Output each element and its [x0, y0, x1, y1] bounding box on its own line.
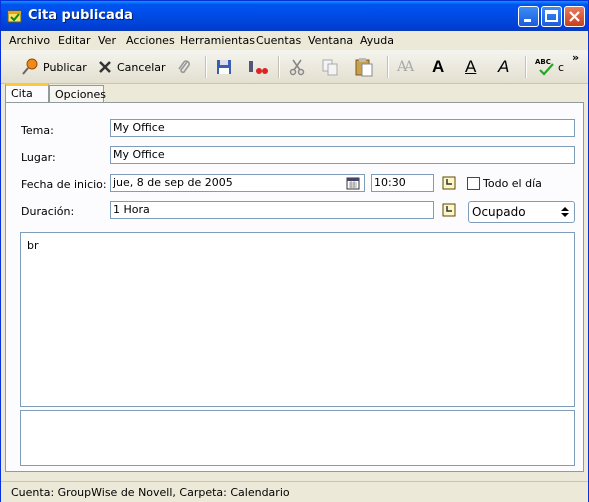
- close-button[interactable]: [564, 6, 585, 27]
- close-icon: [569, 11, 580, 22]
- all-day-checkbox[interactable]: [467, 177, 480, 190]
- paste-button[interactable]: [354, 55, 374, 79]
- italic-icon: A: [498, 57, 510, 76]
- minimize-button[interactable]: [518, 6, 539, 27]
- place-label: Lugar:: [21, 151, 56, 164]
- window-title: Cita publicada: [28, 8, 133, 23]
- cut-button[interactable]: [288, 55, 306, 79]
- scissors-icon: [289, 59, 305, 76]
- menu-cuentas[interactable]: Cuentas: [256, 34, 301, 47]
- tab-cita[interactable]: Cita: [5, 83, 49, 103]
- italic-button[interactable]: A: [498, 55, 509, 79]
- bold-button[interactable]: A: [432, 55, 444, 79]
- menu-ayuda[interactable]: Ayuda: [360, 34, 394, 47]
- menu-herramientas[interactable]: Herramientas: [180, 34, 255, 47]
- copy-icon: [322, 59, 338, 76]
- subject-label: Tema:: [21, 124, 54, 137]
- clipboard-paste-icon: [355, 58, 373, 77]
- duration-label: Duración:: [21, 205, 75, 218]
- maximize-icon: [545, 10, 558, 22]
- underline-button[interactable]: A: [465, 55, 476, 79]
- tab-opciones[interactable]: Opciones: [49, 85, 106, 102]
- floppy-disk-icon: [217, 60, 231, 74]
- menu-archivo[interactable]: Archivo: [9, 34, 50, 47]
- time-picker-clock-icon[interactable]: [442, 176, 456, 190]
- show-as-select[interactable]: Ocupado: [468, 201, 575, 223]
- appointment-window: Cita publicada Archivo Editar Ver Accion…: [0, 0, 589, 502]
- toolbar-overflow-chevron-icon[interactable]: »: [572, 51, 579, 64]
- underline-icon: A: [465, 57, 477, 76]
- duration-clock-icon[interactable]: [442, 203, 456, 217]
- menu-ver[interactable]: Ver: [98, 34, 116, 47]
- x-icon: [99, 61, 111, 73]
- paperclip-icon: [178, 60, 190, 74]
- pushpin-icon: [22, 58, 38, 75]
- start-date-field[interactable]: jue, 8 de sep de 2005: [110, 174, 365, 192]
- publish-button[interactable]: Publicar: [21, 55, 87, 79]
- all-day-label: Todo el día: [483, 177, 542, 190]
- save-button[interactable]: [215, 55, 233, 79]
- font-outline-button[interactable]: AA: [397, 55, 414, 79]
- menu-bar: Archivo Editar Ver Acciones Herramientas…: [1, 31, 588, 50]
- up-down-arrow-icon: [561, 207, 569, 217]
- start-date-value: jue, 8 de sep de 2005: [113, 176, 233, 189]
- address-book-button[interactable]: [247, 55, 269, 79]
- place-field[interactable]: My Office: [110, 146, 575, 164]
- calendar-picker-icon[interactable]: [346, 176, 360, 190]
- spell-check-icon: ABC: [535, 58, 557, 76]
- tab-strip: Cita Opciones: [1, 83, 588, 103]
- cancel-label: Cancelar: [117, 60, 166, 74]
- message-body-textarea[interactable]: br: [20, 232, 575, 407]
- groupwise-app-icon: [7, 10, 22, 23]
- cancel-button[interactable]: Cancelar: [97, 55, 166, 79]
- attach-button[interactable]: [175, 55, 193, 79]
- publish-label: Publicar: [43, 60, 87, 74]
- outline-font-icon: AA: [397, 59, 414, 75]
- spell-check-button[interactable]: ABC c: [535, 55, 564, 79]
- address-lookup-icon: [249, 61, 268, 74]
- subject-field[interactable]: My Office: [110, 119, 575, 137]
- minimize-icon: [524, 19, 531, 22]
- spell-check-trailing: c: [558, 60, 565, 74]
- status-text: Cuenta: GroupWise de Novell, Carpeta: Ca…: [11, 486, 290, 499]
- menu-ventana[interactable]: Ventana: [308, 34, 353, 47]
- menu-acciones[interactable]: Acciones: [126, 34, 175, 47]
- bold-icon: A: [432, 57, 445, 76]
- copy-button[interactable]: [321, 55, 339, 79]
- message-body-text: br: [27, 239, 39, 252]
- start-date-label: Fecha de inicio:: [21, 178, 107, 191]
- secondary-text-area[interactable]: [20, 410, 575, 466]
- show-as-value: Ocupado: [472, 205, 526, 219]
- toolbar: Publicar Cancelar AA A A A ABC c »: [1, 50, 588, 84]
- menu-editar[interactable]: Editar: [58, 34, 91, 47]
- duration-field[interactable]: 1 Hora: [110, 201, 434, 219]
- status-bar: Cuenta: GroupWise de Novell, Carpeta: Ca…: [1, 481, 588, 502]
- start-time-field[interactable]: 10:30: [371, 174, 434, 192]
- title-bar[interactable]: Cita publicada: [1, 1, 588, 31]
- maximize-button[interactable]: [541, 6, 562, 27]
